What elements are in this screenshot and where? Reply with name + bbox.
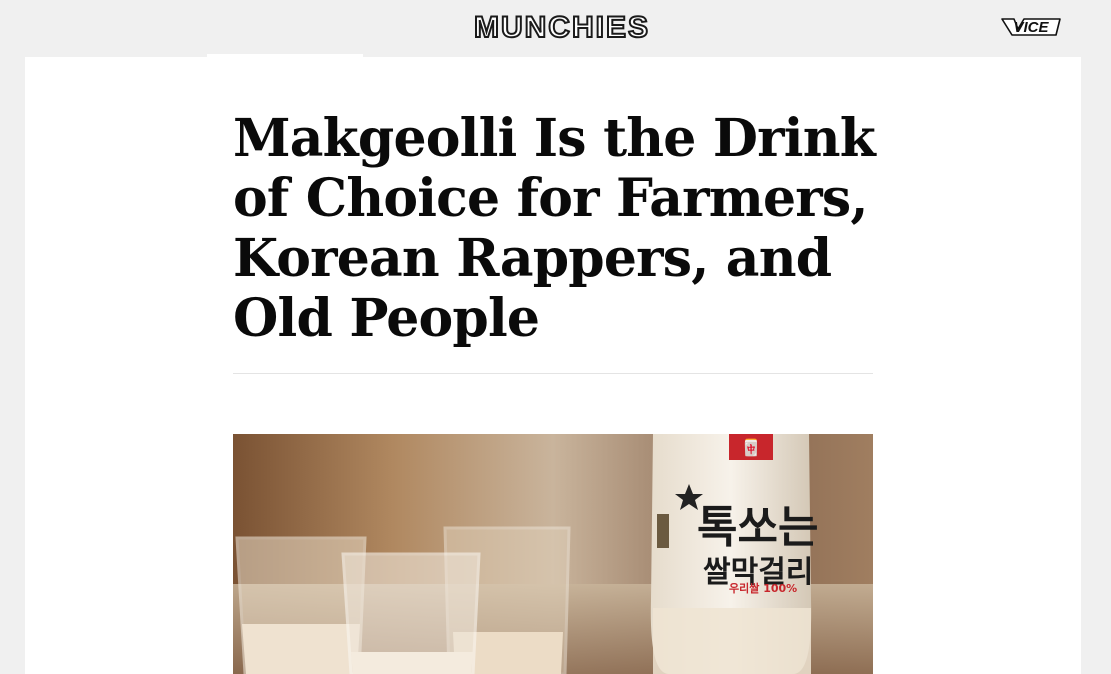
article-card: Makgeolli Is the Drink of Choice for Far… (25, 57, 1081, 674)
hero-image: 🀄 톡쏘는 쌀막걸리 우리쌀 100% (233, 434, 873, 674)
bottle-side-emblem (657, 514, 669, 548)
munchies-logo[interactable]: MUNCHIES (456, 10, 668, 46)
glass-center (341, 552, 481, 674)
article-headline: Makgeolli Is the Drink of Choice for Far… (233, 108, 876, 349)
makgeolli-bottle: 🀄 톡쏘는 쌀막걸리 우리쌀 100% (650, 434, 818, 674)
top-nav: MUNCHIES VICE (0, 0, 1111, 57)
bottle-label-line1: 톡쏘는 (697, 502, 818, 553)
headline-divider (233, 373, 873, 374)
vice-logo[interactable]: VICE (1000, 15, 1062, 39)
svg-text:VICE: VICE (1013, 19, 1049, 36)
bottle-label-small: 우리쌀 100% (729, 581, 797, 595)
bottle-label-top: 🀄 (741, 438, 761, 457)
vice-logo-icon: VICE (1001, 18, 1061, 36)
